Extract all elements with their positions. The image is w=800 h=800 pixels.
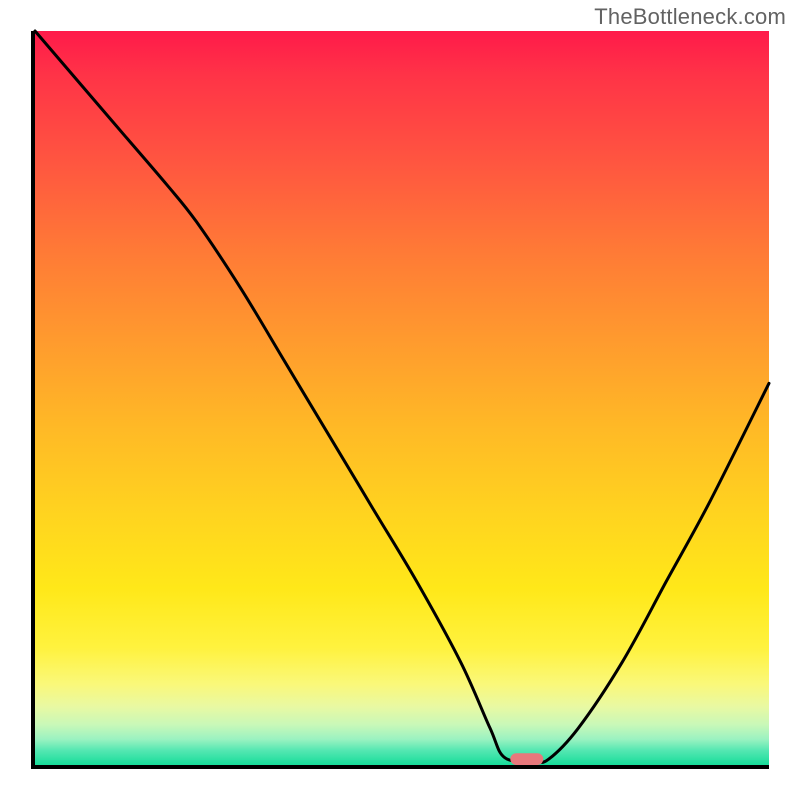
watermark-text: TheBottleneck.com (594, 4, 786, 30)
plot-frame (31, 31, 769, 769)
chart-overlay-svg (35, 31, 769, 765)
bottleneck-curve (35, 31, 769, 762)
chart-canvas: TheBottleneck.com (0, 0, 800, 800)
optimal-point-marker (510, 753, 543, 765)
